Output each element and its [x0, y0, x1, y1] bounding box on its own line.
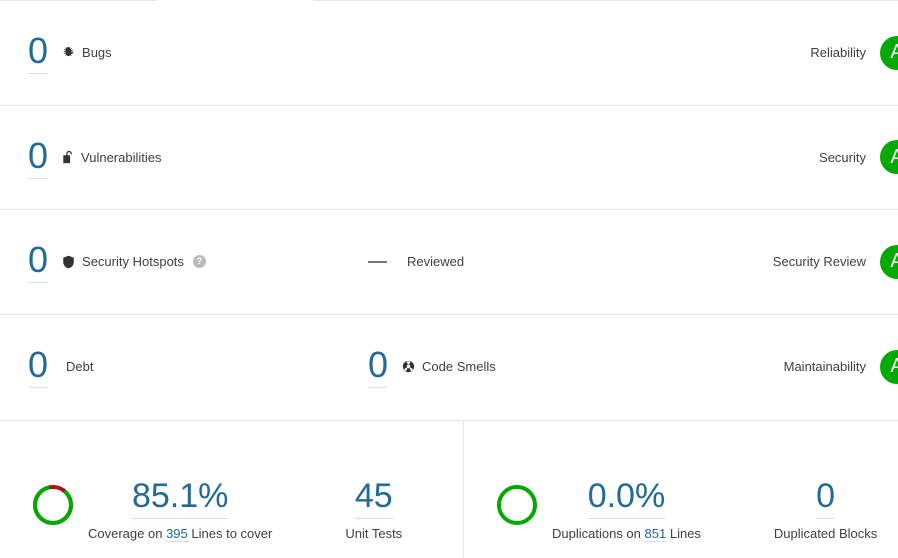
- code-smells-value[interactable]: 0: [368, 345, 389, 389]
- bottom-panels: 85.1% Coverage on 395 Lines to cover 45 …: [0, 420, 898, 558]
- measure-mid-code-smells: 0 Code Smells: [368, 345, 698, 389]
- security-rating-badge[interactable]: A: [880, 140, 898, 175]
- rating-side-security-review: Security Review A: [773, 210, 898, 314]
- reliability-label: Reliability: [810, 45, 866, 61]
- duplications-caption-prefix: Duplications on: [552, 525, 641, 541]
- measure-row-maintainability: 0 Debt 0 Code Smells Maintainability A: [0, 315, 898, 420]
- measure-mid-reviewed: Reviewed: [368, 254, 698, 269]
- reliability-rating-badge[interactable]: A: [880, 35, 898, 70]
- vulnerabilities-label[interactable]: Vulnerabilities: [81, 150, 161, 165]
- rating-side-security: Security A: [819, 106, 898, 210]
- code-smells-label-group: Code Smells: [402, 359, 496, 374]
- maintainability-label: Maintainability: [783, 359, 866, 375]
- debt-value[interactable]: 0: [28, 345, 49, 389]
- duplications-caption: Duplications on 851 Lines: [552, 525, 701, 542]
- measure-row-vulnerabilities: 0 Vulnerabilities Security A: [0, 106, 898, 210]
- measure-lead-security-hotspots: 0 Security Hotspots ?: [28, 240, 368, 284]
- bugs-label[interactable]: Bugs: [82, 45, 112, 60]
- duplications-donut: [494, 482, 540, 533]
- duplications-lines-link[interactable]: 851: [644, 525, 667, 542]
- measure-row-security-hotspots: 0 Security Hotspots ? Reviewed Security …: [0, 210, 898, 315]
- bugs-value[interactable]: 0: [28, 31, 49, 75]
- debt-label[interactable]: Debt: [66, 359, 93, 374]
- code-smell-icon: [402, 360, 415, 373]
- open-padlock-icon: [62, 150, 74, 164]
- duplications-caption-suffix: Lines: [669, 525, 701, 541]
- measures-list: 0 Bugs Reliability A 0 Vulnerabilities S…: [0, 1, 898, 420]
- duplicated-blocks-caption: Duplicated Blocks: [773, 525, 878, 541]
- measure-lead-vulnerabilities: 0 Vulnerabilities: [28, 135, 368, 179]
- security-hotspots-label[interactable]: Security Hotspots: [82, 254, 184, 269]
- vulnerabilities-value[interactable]: 0: [28, 135, 49, 179]
- security-label: Security: [819, 149, 866, 165]
- rating-side-reliability: Reliability A: [810, 1, 898, 105]
- bugs-label-group: Bugs: [62, 45, 112, 60]
- security-review-label: Security Review: [772, 254, 866, 270]
- duplicated-blocks-stat: 0 Duplicated Blocks: [774, 475, 877, 541]
- code-smells-label[interactable]: Code Smells: [422, 359, 496, 374]
- coverage-panel: 85.1% Coverage on 395 Lines to cover 45 …: [0, 421, 463, 558]
- coverage-caption-suffix: Lines to cover: [191, 525, 273, 541]
- coverage-lines-link[interactable]: 395: [166, 525, 188, 542]
- rating-side-maintainability: Maintainability A: [784, 315, 898, 420]
- reviewed-empty-value: [368, 261, 387, 263]
- coverage-caption: Coverage on 395 Lines to cover: [88, 525, 273, 542]
- coverage-stat: 85.1% Coverage on 395 Lines to cover: [88, 475, 273, 542]
- measure-lead-debt: 0 Debt: [28, 345, 368, 389]
- maintainability-rating-badge[interactable]: A: [880, 349, 898, 384]
- coverage-value[interactable]: 85.1%: [131, 475, 229, 519]
- vulnerabilities-label-group: Vulnerabilities: [62, 150, 161, 165]
- duplications-stat: 0.0% Duplications on 851 Lines: [552, 475, 701, 542]
- coverage-caption-prefix: Coverage on: [88, 525, 163, 541]
- duplications-panel: 0.0% Duplications on 851 Lines 0 Duplica…: [463, 421, 898, 558]
- measure-row-bugs: 0 Bugs Reliability A: [0, 1, 898, 106]
- security-review-rating-badge[interactable]: A: [880, 244, 898, 279]
- unit-tests-stat: 45 Unit Tests: [345, 475, 402, 541]
- security-hotspots-value[interactable]: 0: [28, 240, 49, 284]
- unit-tests-value[interactable]: 45: [354, 475, 393, 519]
- duplications-value[interactable]: 0.0%: [587, 475, 666, 519]
- reviewed-label: Reviewed: [407, 254, 465, 270]
- debt-label-group: Debt: [66, 359, 93, 374]
- duplicated-blocks-value[interactable]: 0: [816, 475, 836, 519]
- security-hotspots-label-group: Security Hotspots ?: [62, 254, 206, 269]
- coverage-donut: [30, 482, 76, 533]
- help-icon[interactable]: ?: [192, 255, 206, 269]
- measure-lead-bugs: 0 Bugs: [28, 31, 368, 75]
- bug-icon: [62, 46, 75, 59]
- shield-icon: [62, 255, 75, 269]
- unit-tests-caption: Unit Tests: [345, 525, 403, 541]
